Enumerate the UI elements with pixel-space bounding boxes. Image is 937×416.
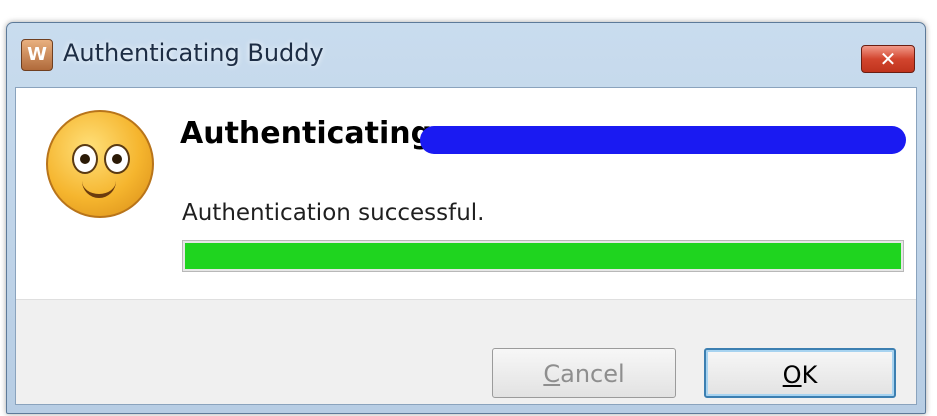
right-eye: [104, 144, 130, 174]
dialog-body: Authenticating Authentication successful…: [15, 87, 917, 405]
progress-bar: [182, 240, 904, 272]
smiley-face-icon: [46, 110, 154, 218]
cancel-mnemonic: C: [543, 360, 561, 388]
close-button[interactable]: ✕: [861, 45, 915, 73]
title-bar[interactable]: W Authenticating Buddy ✕: [7, 23, 925, 85]
app-icon: W: [21, 39, 53, 71]
window-title: Authenticating Buddy: [63, 39, 324, 67]
progress-fill: [185, 243, 901, 269]
status-message: Authentication successful.: [182, 200, 485, 226]
mouth: [82, 180, 116, 198]
left-eye: [72, 144, 98, 174]
dialog-window: W Authenticating Buddy ✕ Authenticating …: [6, 22, 926, 414]
ok-mnemonic: O: [782, 361, 802, 389]
ok-button[interactable]: OK: [704, 348, 896, 398]
cancel-label: ancel: [560, 360, 625, 388]
close-icon: ✕: [879, 47, 897, 71]
redacted-account-name: [420, 126, 906, 154]
cancel-button[interactable]: Cancel: [492, 348, 676, 398]
ok-label: K: [801, 361, 818, 389]
dialog-heading: Authenticating: [180, 116, 433, 151]
